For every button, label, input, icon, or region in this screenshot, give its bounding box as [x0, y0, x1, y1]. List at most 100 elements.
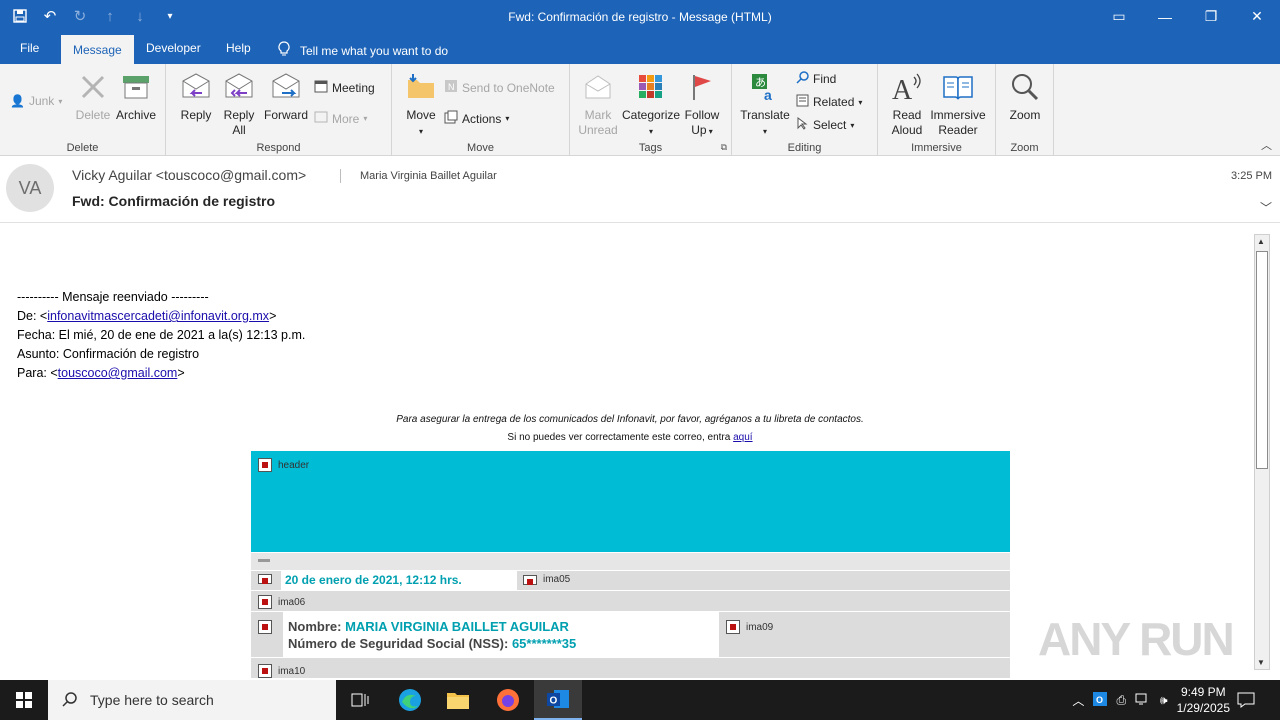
- to-email-link[interactable]: touscoco@gmail.com: [58, 366, 178, 380]
- read-aloud-button[interactable]: A Read Aloud: [888, 70, 926, 138]
- minimize-button[interactable]: —: [1142, 0, 1188, 33]
- scrollbar-thumb[interactable]: [1256, 251, 1268, 469]
- header-divider: [340, 169, 341, 183]
- outlook-tray-icon[interactable]: O: [1093, 691, 1108, 709]
- junk-button[interactable]: 👤 Junk ▾: [10, 94, 62, 108]
- immersive-reader-icon: [941, 70, 975, 104]
- lightbulb-icon: [278, 41, 290, 60]
- recipient[interactable]: Maria Virginia Baillet Aguilar: [360, 170, 497, 182]
- immersive-reader-button[interactable]: Immersive Reader: [928, 70, 988, 138]
- follow-up-button[interactable]: Follow Up ▾: [682, 70, 722, 139]
- taskbar-search[interactable]: Type here to search: [48, 680, 336, 720]
- svg-text:O: O: [1096, 695, 1103, 705]
- volume-icon[interactable]: 🕪: [1160, 693, 1168, 708]
- reply-all-label-2: All: [232, 123, 246, 137]
- scroll-up-icon[interactable]: ▲: [1257, 237, 1265, 246]
- move-group-label: Move: [467, 142, 494, 154]
- network-icon[interactable]: [1135, 692, 1151, 709]
- immersive-reader-label-2: Reader: [938, 123, 978, 137]
- actions-icon: [444, 110, 458, 127]
- broken-image-icon: [258, 620, 272, 634]
- meeting-button[interactable]: Meeting: [314, 79, 375, 96]
- tell-me-box[interactable]: Tell me what you want to do: [278, 41, 448, 60]
- translate-button[interactable]: あa Translate ▾: [740, 70, 790, 139]
- zoom-button[interactable]: Zoom: [1006, 70, 1044, 123]
- follow-up-label-1: Follow: [684, 108, 720, 122]
- ribbon-display-options-icon[interactable]: ▭: [1096, 0, 1142, 33]
- editing-group: あa Translate ▾ Find Related ▾ Select ▾ Edit…: [732, 64, 878, 156]
- email-header-banner: header: [251, 451, 1010, 552]
- zoom-group: Zoom Zoom: [996, 64, 1054, 156]
- mark-unread-button[interactable]: Mark Unread: [578, 70, 618, 138]
- ima09-label: ima09: [746, 621, 774, 633]
- forward-button[interactable]: Forward: [262, 70, 310, 123]
- mark-unread-label-1: Mark: [584, 108, 612, 122]
- mark-unread-icon: [581, 70, 615, 104]
- from-line: De: <infonavitmascercadeti@infonavit.org…: [17, 307, 305, 326]
- to-line: Para: <touscoco@gmail.com>: [17, 364, 305, 383]
- outlook-taskbar-icon[interactable]: O: [534, 680, 582, 720]
- embedded-email: header 20 de enero de 2021, 12:12 hrs. i…: [251, 451, 1010, 678]
- related-button[interactable]: Related ▾: [796, 94, 862, 110]
- avatar[interactable]: VA: [6, 164, 54, 212]
- notifications-icon[interactable]: [1224, 680, 1268, 720]
- expand-header-icon[interactable]: ﹀: [1260, 199, 1272, 216]
- close-button[interactable]: ✕: [1234, 0, 1280, 33]
- svg-text:O: O: [550, 696, 558, 707]
- view-online-notice: Si no puedes ver correctamente este corr…: [250, 432, 1010, 443]
- categorize-button[interactable]: Categorize ▾: [622, 70, 680, 139]
- archive-button[interactable]: Archive: [114, 70, 158, 123]
- tab-file[interactable]: File: [8, 33, 51, 64]
- firefox-icon[interactable]: [484, 680, 532, 720]
- ima10-image: ima10: [258, 664, 305, 678]
- collapse-ribbon-icon[interactable]: ︿: [1261, 137, 1272, 153]
- edge-icon[interactable]: [386, 680, 434, 720]
- view-online-link[interactable]: aquí: [733, 432, 752, 443]
- message-time: 3:25 PM: [1231, 170, 1272, 182]
- actions-button[interactable]: Actions ▾: [444, 110, 509, 127]
- categorize-icon: [634, 70, 668, 104]
- meeting-icon: [314, 79, 328, 96]
- actions-label: Actions: [462, 111, 502, 126]
- flag-icon: [685, 70, 719, 104]
- onenote-icon: N: [444, 79, 458, 96]
- device-icon[interactable]: ⎙: [1116, 693, 1126, 708]
- read-aloud-label-2: Aloud: [891, 123, 923, 137]
- windows-start-icon[interactable]: [0, 680, 48, 720]
- select-button[interactable]: Select ▾: [796, 117, 854, 133]
- send-to-onenote-button[interactable]: N Send to OneNote: [444, 79, 555, 96]
- from-email-link[interactable]: infonavitmascercadeti@infonavit.org.mx: [47, 309, 269, 323]
- maximize-button[interactable]: ❐: [1188, 0, 1234, 33]
- tab-message[interactable]: Message: [61, 33, 134, 64]
- delete-button[interactable]: Delete: [74, 70, 112, 123]
- reply-button[interactable]: Reply: [178, 70, 214, 123]
- forward-icon: [269, 70, 303, 104]
- meeting-label: Meeting: [332, 80, 375, 95]
- vertical-scrollbar[interactable]: ▲ ▼: [1254, 234, 1270, 670]
- reply-all-button[interactable]: Reply All: [220, 70, 258, 138]
- move-button[interactable]: Move ▾: [402, 70, 440, 139]
- tab-developer[interactable]: Developer: [134, 33, 213, 64]
- delete-icon: [76, 70, 110, 104]
- file-explorer-icon[interactable]: [434, 680, 482, 720]
- broken-image-icon: [726, 620, 740, 634]
- ribbon: 👤 Junk ▾ Delete Archive Delete Reply Rep…: [0, 64, 1280, 156]
- editing-group-label: Editing: [787, 142, 822, 154]
- show-hidden-icons-icon[interactable]: ︿: [1072, 692, 1084, 709]
- subject-line: Asunto: Confirmación de registro: [17, 347, 200, 361]
- find-icon: [796, 71, 809, 87]
- clock[interactable]: 9:49 PM 1/29/2025: [1177, 684, 1230, 716]
- move-label: Move: [406, 108, 436, 122]
- tab-help[interactable]: Help: [214, 33, 263, 64]
- ima10-label: ima10: [278, 665, 306, 677]
- scroll-down-icon[interactable]: ▼: [1257, 658, 1265, 667]
- task-view-icon[interactable]: [336, 680, 384, 720]
- find-button[interactable]: Find: [796, 71, 836, 87]
- sender[interactable]: Vicky Aguilar <touscoco@gmail.com>: [72, 167, 306, 183]
- nss-line: Número de Seguridad Social (NSS): 65****…: [288, 635, 714, 652]
- forward-header: ---------- Mensaje reenviado ---------: [17, 290, 209, 304]
- message-subject: Fwd: Confirmación de registro: [72, 193, 276, 209]
- forward-info: ---------- Mensaje reenviado --------- D…: [17, 288, 305, 383]
- more-respond-button[interactable]: More ▾: [314, 110, 367, 127]
- ima09-image: ima09: [726, 620, 773, 634]
